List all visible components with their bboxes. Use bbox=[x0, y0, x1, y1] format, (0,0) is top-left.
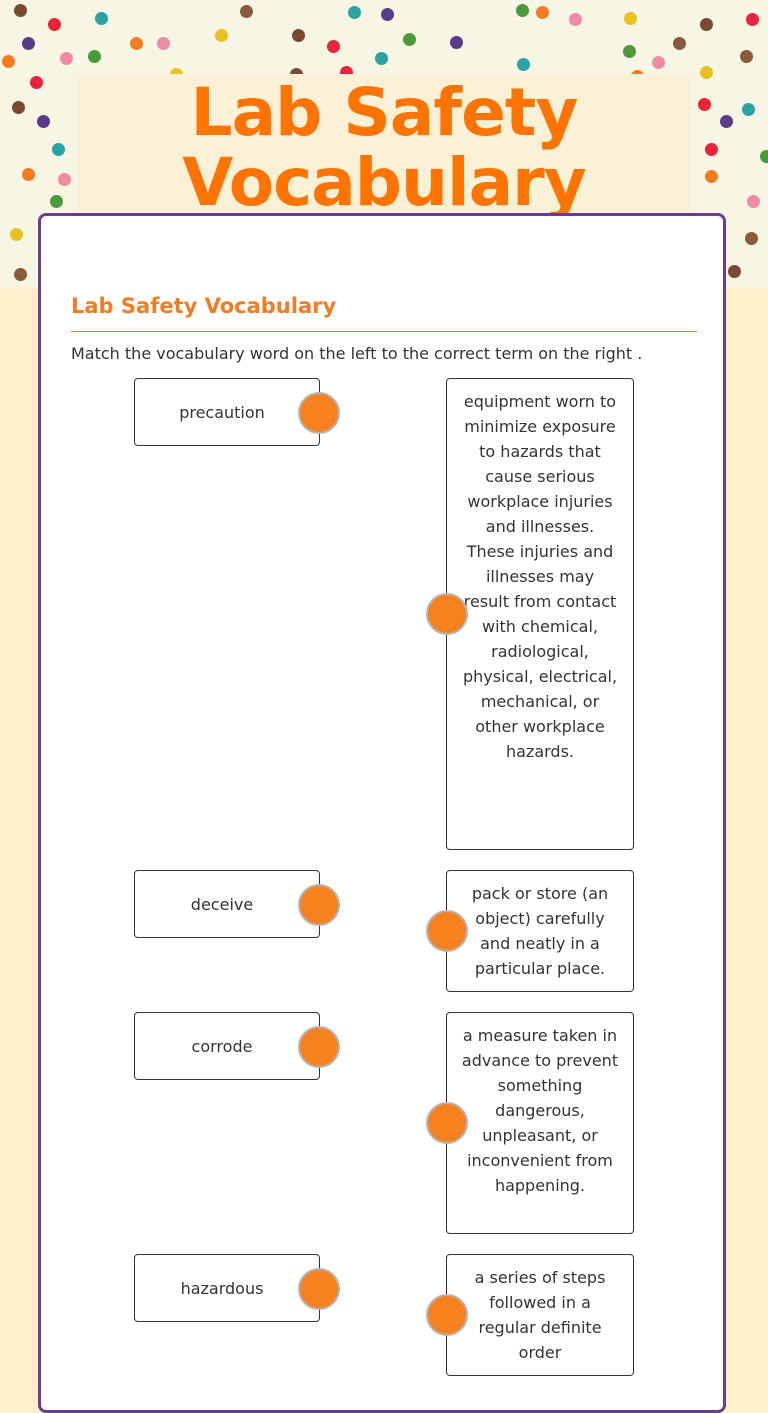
definition-match-handle[interactable] bbox=[426, 910, 468, 952]
confetti-dot bbox=[720, 115, 733, 128]
confetti-dot bbox=[700, 18, 713, 31]
definition-item[interactable]: a measure taken in advance to prevent so… bbox=[446, 1012, 634, 1234]
confetti-dot bbox=[48, 18, 61, 31]
confetti-dot bbox=[88, 50, 101, 63]
confetti-dot bbox=[381, 8, 394, 21]
confetti-dot bbox=[292, 29, 305, 42]
word-item[interactable]: hazardous bbox=[134, 1254, 320, 1322]
confetti-dot bbox=[2, 55, 15, 68]
confetti-dot bbox=[50, 195, 63, 208]
confetti-dot bbox=[348, 6, 361, 19]
instructions: Match the vocabulary word on the left to… bbox=[71, 344, 643, 363]
word-item[interactable]: precaution bbox=[134, 378, 320, 446]
confetti-dot bbox=[728, 265, 741, 278]
confetti-dot bbox=[130, 37, 143, 50]
confetti-dot bbox=[240, 5, 253, 18]
page-title: Lab Safety Vocabulary bbox=[182, 74, 586, 221]
section-title: Lab Safety Vocabulary bbox=[71, 294, 337, 318]
confetti-dot bbox=[215, 29, 228, 42]
definition-text: equipment worn to minimize exposure to h… bbox=[462, 392, 618, 761]
confetti-dot bbox=[516, 4, 529, 17]
definition-text: a measure taken in advance to prevent so… bbox=[461, 1026, 619, 1195]
confetti-dot bbox=[327, 40, 340, 53]
confetti-dot bbox=[569, 13, 582, 26]
confetti-dot bbox=[742, 103, 755, 116]
confetti-dot bbox=[22, 37, 35, 50]
confetti-dot bbox=[740, 50, 753, 63]
confetti-dot bbox=[22, 168, 35, 181]
confetti-dot bbox=[375, 52, 388, 65]
confetti-dot bbox=[745, 232, 758, 245]
confetti-dot bbox=[450, 36, 463, 49]
definition-match-handle[interactable] bbox=[426, 593, 468, 635]
confetti-dot bbox=[623, 45, 636, 58]
word-label: corrode bbox=[191, 1036, 253, 1056]
definition-item[interactable]: a series of steps followed in a regular … bbox=[446, 1254, 634, 1376]
word-match-handle[interactable] bbox=[298, 1026, 340, 1068]
confetti-dot bbox=[14, 4, 27, 17]
confetti-dot bbox=[30, 76, 43, 89]
definition-item[interactable]: pack or store (an object) carefully and … bbox=[446, 870, 634, 992]
confetti-dot bbox=[52, 143, 65, 156]
confetti-dot bbox=[12, 101, 25, 114]
word-label: precaution bbox=[179, 402, 265, 422]
confetti-dot bbox=[14, 268, 27, 281]
confetti-dot bbox=[698, 98, 711, 111]
word-match-handle[interactable] bbox=[298, 884, 340, 926]
confetti-dot bbox=[95, 12, 108, 25]
confetti-dot bbox=[58, 173, 71, 186]
confetti-dot bbox=[536, 6, 549, 19]
confetti-dot bbox=[652, 56, 665, 69]
confetti-dot bbox=[517, 58, 530, 71]
definition-match-handle[interactable] bbox=[426, 1102, 468, 1144]
confetti-dot bbox=[10, 228, 23, 241]
definition-text: pack or store (an object) carefully and … bbox=[471, 884, 609, 978]
confetti-dot bbox=[705, 170, 718, 183]
confetti-dot bbox=[673, 37, 686, 50]
confetti-dot bbox=[705, 143, 718, 156]
definition-text: a series of steps followed in a regular … bbox=[474, 1268, 606, 1362]
confetti-dot bbox=[403, 33, 416, 46]
definition-item[interactable]: equipment worn to minimize exposure to h… bbox=[446, 378, 634, 850]
word-match-handle[interactable] bbox=[298, 392, 340, 434]
confetti-dot bbox=[37, 115, 50, 128]
confetti-dot bbox=[624, 12, 637, 25]
confetti-dot bbox=[60, 52, 73, 65]
definition-match-handle[interactable] bbox=[426, 1294, 468, 1336]
word-item[interactable]: deceive bbox=[134, 870, 320, 938]
word-label: deceive bbox=[190, 894, 254, 914]
confetti-dot bbox=[760, 150, 768, 163]
confetti-dot bbox=[700, 66, 713, 79]
confetti-dot bbox=[157, 37, 170, 50]
section-divider bbox=[71, 331, 697, 332]
confetti-dot bbox=[746, 13, 759, 26]
word-item[interactable]: corrode bbox=[134, 1012, 320, 1080]
word-label: hazardous bbox=[180, 1278, 264, 1298]
word-match-handle[interactable] bbox=[298, 1268, 340, 1310]
confetti-dot bbox=[747, 195, 760, 208]
